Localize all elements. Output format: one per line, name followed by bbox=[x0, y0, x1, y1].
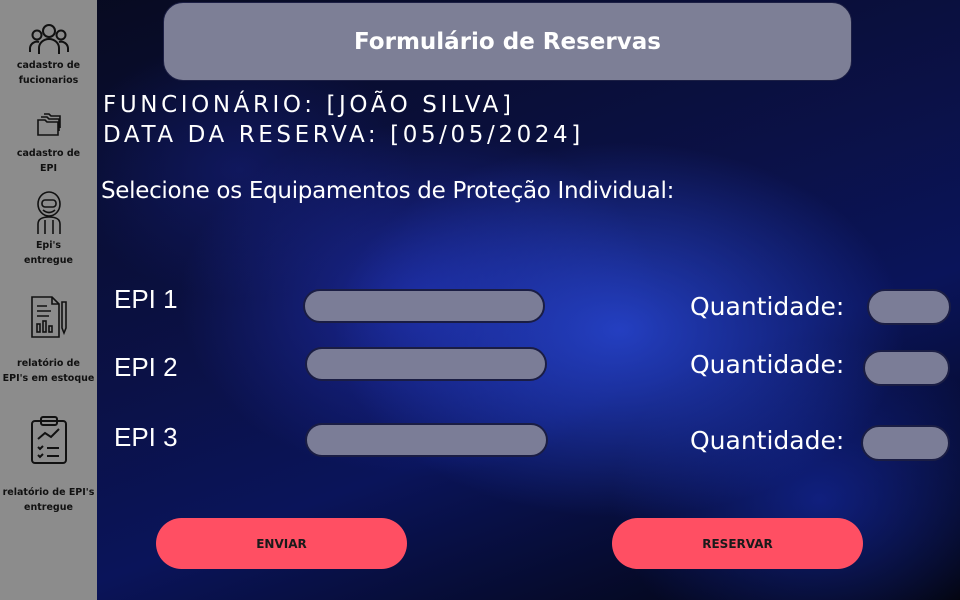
epi-3-label: EPI 3 bbox=[114, 422, 178, 452]
epi-2-input[interactable] bbox=[305, 347, 547, 381]
sidebar-item-label: relatório de EPI's bbox=[2, 487, 95, 498]
reserve-button[interactable]: RESERVAR bbox=[612, 518, 863, 569]
epi-1-input[interactable] bbox=[303, 289, 545, 323]
sidebar-item-epi-registration[interactable]: cadastro de EPI bbox=[0, 110, 97, 176]
sidebar-item-delivered-report[interactable]: relatório de EPI's entregue bbox=[0, 415, 97, 515]
instruction-text: Selecione os Equipamentos de Proteção In… bbox=[101, 178, 675, 204]
sidebar-item-label: EPI bbox=[40, 163, 57, 174]
quantity-1-label: Quantidade: bbox=[690, 292, 845, 321]
sidebar-item-stock-report[interactable]: relatório de EPI's em estoque bbox=[0, 294, 97, 386]
quantity-3-input[interactable] bbox=[861, 425, 950, 461]
epi-3-input[interactable] bbox=[305, 423, 548, 457]
quantity-3-label: Quantidade: bbox=[690, 426, 845, 455]
quantity-2-input[interactable] bbox=[863, 350, 950, 386]
epi-1-label: EPI 1 bbox=[114, 284, 178, 314]
sidebar-item-epi-delivered[interactable]: Epi's entregue bbox=[0, 190, 97, 268]
reservation-form-page: cadastro de fucionarios cadastro de EPI bbox=[0, 0, 960, 600]
sidebar-item-label: Epi's bbox=[35, 240, 62, 251]
quantity-1-input[interactable] bbox=[867, 289, 951, 325]
users-icon bbox=[28, 24, 69, 54]
employee-info: FUNCIONÁRIO: [JOÃO SILVA] bbox=[103, 92, 515, 118]
sidebar-item-label: cadastro de bbox=[16, 148, 81, 159]
page-title: Formulário de Reservas bbox=[354, 28, 661, 55]
sidebar-item-label: EPI's em estoque bbox=[2, 373, 95, 384]
clipboard-chart-icon bbox=[30, 416, 67, 464]
report-document-icon bbox=[30, 296, 67, 338]
sidebar-item-label: cadastro de bbox=[16, 60, 81, 71]
sidebar-item-label: relatório de bbox=[17, 358, 80, 369]
protective-suit-icon bbox=[36, 191, 61, 234]
sidebar-item-employee-registration[interactable]: cadastro de fucionarios bbox=[0, 20, 97, 88]
sidebar-item-label: entregue bbox=[24, 255, 73, 266]
sidebar-item-label: entregue bbox=[24, 502, 73, 513]
folders-icon bbox=[36, 113, 61, 136]
quantity-2-label: Quantidade: bbox=[690, 350, 845, 379]
sidebar-item-label: fucionarios bbox=[18, 75, 79, 86]
epi-2-label: EPI 2 bbox=[114, 352, 178, 382]
reservation-date-info: DATA DA RESERVA: [05/05/2024] bbox=[103, 122, 584, 148]
header-banner: Formulário de Reservas bbox=[163, 2, 852, 81]
send-button[interactable]: ENVIAR bbox=[156, 518, 407, 569]
sidebar: cadastro de fucionarios cadastro de EPI bbox=[0, 0, 97, 600]
